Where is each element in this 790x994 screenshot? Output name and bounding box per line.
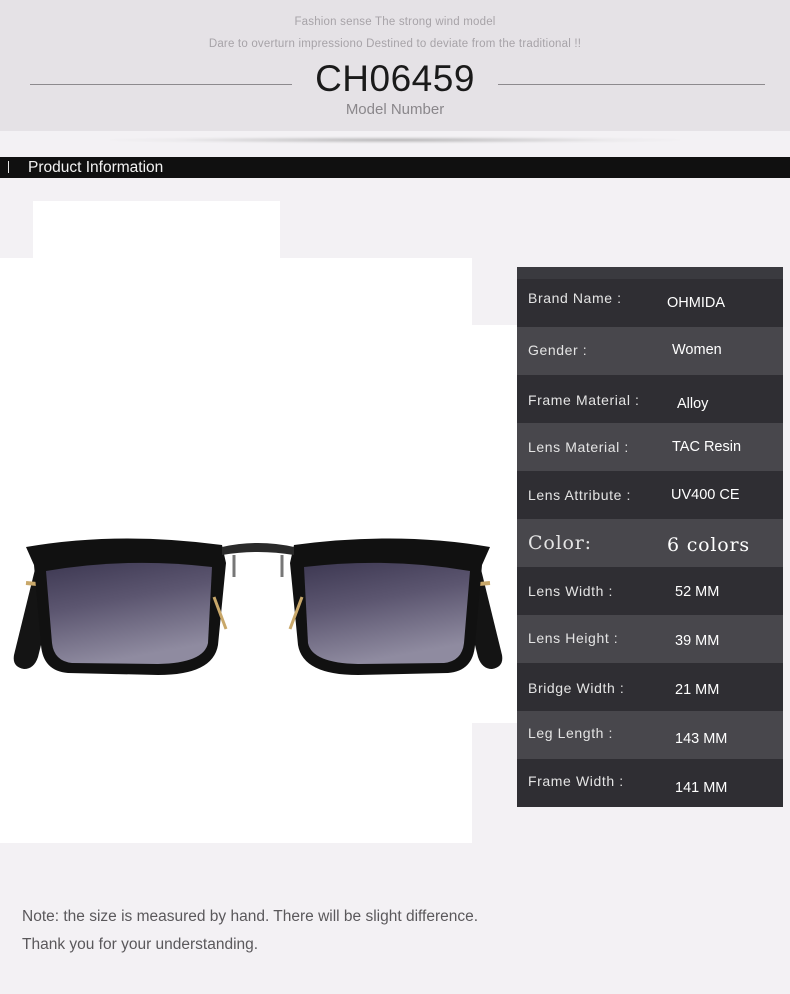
bridge-top xyxy=(222,543,294,555)
spec-value: UV400 CE xyxy=(671,487,740,503)
model-number: CH06459 xyxy=(315,58,475,99)
spec-value: 39 MM xyxy=(675,633,720,649)
spec-value: Women xyxy=(672,342,722,358)
spec-value: 6 colors xyxy=(667,534,750,556)
spec-label: Frame Material : xyxy=(528,392,640,408)
model-number-label: Model Number xyxy=(345,101,445,118)
spec-table: Brand Name : OHMIDA Gender : Women Frame… xyxy=(517,267,783,807)
spec-value: TAC Resin xyxy=(672,439,742,455)
spec-label: Frame Width : xyxy=(528,773,624,789)
photo-backdrop-upper xyxy=(0,258,472,326)
spec-row-bridge-width: Bridge Width : 21 MM xyxy=(517,663,783,711)
spec-row-leg-length: Leg Length : 143 MM xyxy=(517,711,783,759)
spec-row-frame-width: Frame Width : 141 MM xyxy=(517,759,783,807)
sunglasses-image xyxy=(13,538,503,675)
section-marker xyxy=(8,161,9,173)
tagline-line-1: Fashion sense The strong wind model xyxy=(294,16,496,28)
spec-value: 52 MM xyxy=(675,584,720,600)
spec-label: Brand Name : xyxy=(528,290,622,306)
spec-label: Leg Length : xyxy=(528,725,614,741)
spec-row-lens-attribute: Lens Attribute : UV400 CE xyxy=(517,471,783,519)
spec-row-lens-material: Lens Material : TAC Resin xyxy=(517,423,783,471)
spec-row-lens-height: Lens Height : 39 MM xyxy=(517,615,783,663)
spec-row-color: Color: 6 colors xyxy=(517,519,783,567)
right-lens xyxy=(304,562,470,664)
spec-row-gender: Gender : Women xyxy=(517,327,783,375)
spec-row-brand: Brand Name : OHMIDA xyxy=(517,279,783,327)
spec-label: Color: xyxy=(528,532,592,554)
spec-label: Lens Height : xyxy=(528,630,619,646)
note-line-1: Note: the size is measured by hand. Ther… xyxy=(22,908,479,925)
photo-backdrop-lower xyxy=(0,722,472,843)
photo-backdrop-top xyxy=(33,201,280,259)
bridge-posts xyxy=(232,555,284,577)
spec-label: Gender : xyxy=(528,342,588,358)
section-header: Product Information xyxy=(0,157,790,178)
spec-row-lens-width: Lens Width : 52 MM xyxy=(517,567,783,615)
header-banner: Fashion sense The strong wind model Dare… xyxy=(0,0,790,131)
tagline-line-2: Dare to overturn impressiono Destined to… xyxy=(208,38,582,50)
spec-label: Lens Attribute : xyxy=(528,487,631,503)
spec-value: 143 MM xyxy=(675,731,728,747)
spec-value: OHMIDA xyxy=(667,295,725,311)
spec-label: Lens Material : xyxy=(528,439,629,455)
spec-value: 21 MM xyxy=(675,682,720,698)
spec-label: Lens Width : xyxy=(528,583,614,599)
spec-row-frame-material: Frame Material : Alloy xyxy=(517,375,783,423)
note-line-2: Thank you for your understanding. xyxy=(22,936,259,953)
section-title: Product Information xyxy=(28,159,164,176)
left-lens xyxy=(46,562,212,664)
spec-label: Bridge Width : xyxy=(528,680,625,696)
spec-value: 141 MM xyxy=(675,780,728,796)
spec-value: Alloy xyxy=(677,396,709,412)
header-shadow xyxy=(110,136,680,144)
